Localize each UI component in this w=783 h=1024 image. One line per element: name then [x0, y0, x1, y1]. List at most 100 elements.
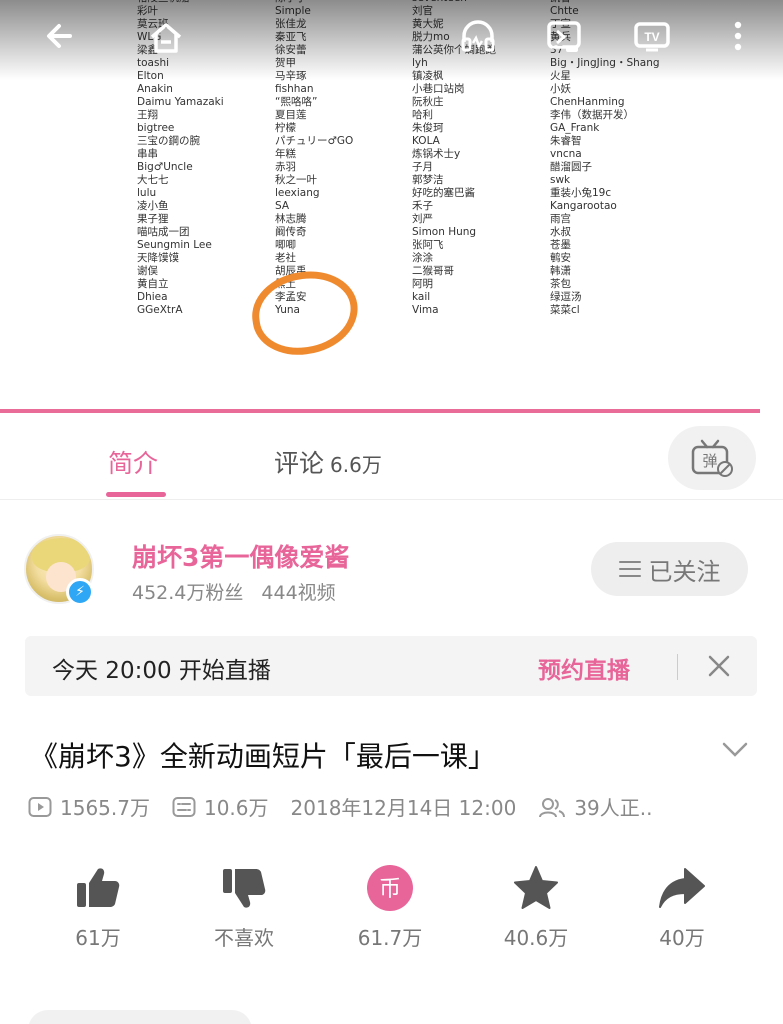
- credit-name: 重装小兔19c: [550, 187, 612, 199]
- bottom-pill: [28, 1010, 252, 1024]
- credit-name: “熙咯咯”: [275, 96, 318, 108]
- follower-count: 452.4万粉丝: [132, 582, 244, 604]
- comments-count: 6.6万: [330, 453, 382, 477]
- tab-intro[interactable]: 简介: [108, 444, 158, 480]
- more-icon[interactable]: [712, 10, 764, 62]
- thumbs-down-icon: [223, 869, 266, 908]
- credit-name: 刘严: [412, 213, 433, 225]
- reserve-live-button[interactable]: 预约直播: [538, 651, 630, 685]
- like-button[interactable]: 61万: [48, 860, 148, 951]
- credit-name: 年糕: [275, 148, 296, 160]
- picture-in-picture-icon[interactable]: [538, 10, 590, 62]
- tv-cast-icon[interactable]: TV: [626, 10, 678, 62]
- credit-name: 韩潇: [550, 265, 571, 277]
- chevron-down-icon[interactable]: [720, 738, 750, 762]
- publish-date: 2018年12月14日 12:00: [291, 792, 517, 821]
- credit-name: 茶包: [550, 278, 571, 290]
- credit-name: Elton: [137, 70, 164, 82]
- danmaku-tv-icon: 弹: [691, 439, 733, 477]
- credit-name: 夏目莲: [275, 109, 307, 121]
- credit-name: 秦亚飞: [275, 31, 307, 43]
- share-button[interactable]: 40万: [632, 860, 732, 951]
- coin-icon: 币: [367, 865, 413, 911]
- credit-name: 雨宫: [550, 213, 571, 225]
- credit-name: 果子狸: [137, 213, 169, 225]
- credit-name: GGeXtrA: [137, 304, 183, 316]
- credit-name: fishhan: [275, 83, 314, 95]
- headphones-icon[interactable]: [452, 10, 504, 62]
- credit-name: Simple: [275, 5, 311, 17]
- credit-name: Big♂Uncle: [137, 161, 193, 173]
- thumbs-up-icon: [77, 868, 120, 907]
- credit-name: 柠檬: [275, 122, 296, 134]
- view-count: 1565.7万: [28, 792, 150, 821]
- verified-badge-icon: ⚡: [66, 578, 94, 606]
- credit-name: 郭梦洁: [412, 174, 444, 186]
- view-count-value: 1565.7万: [60, 796, 150, 820]
- credit-name: 三宝の鋼の腕: [137, 135, 200, 147]
- credit-name: 李伟（数据开发）: [550, 109, 634, 121]
- credit-name: 醋溜圆子: [550, 161, 592, 173]
- live-schedule-text: 今天 20:00 开始直播: [52, 658, 271, 684]
- back-arrow-icon[interactable]: [34, 10, 86, 62]
- dislike-button[interactable]: 不喜欢: [194, 860, 294, 951]
- playback-progress-bar[interactable]: [0, 409, 760, 413]
- credit-name: 小妖: [550, 83, 571, 95]
- credit-name: 张佳龙: [275, 18, 307, 30]
- credit-name: 阮秋庄: [412, 96, 444, 108]
- danmaku-toggle-button[interactable]: 弹: [668, 426, 756, 490]
- danmaku-count-value: 10.6万: [203, 796, 269, 820]
- credit-name: 黄自立: [137, 278, 169, 290]
- credit-name: 禾子: [412, 200, 433, 212]
- credit-name: 火星: [550, 70, 571, 82]
- credit-name: Daimu Yamazaki: [137, 96, 224, 108]
- credit-name: 秋之一叶: [275, 174, 317, 186]
- credit-name: 喵咕成一团: [137, 226, 190, 238]
- divider: [677, 654, 678, 680]
- credit-name: 镇凌枫: [412, 70, 444, 82]
- credit-name: 好吃的塞巴酱: [412, 187, 475, 199]
- video-count: 444视频: [261, 582, 336, 604]
- credit-name: 凌小鱼: [137, 200, 169, 212]
- home-icon[interactable]: [140, 12, 192, 64]
- favorite-button[interactable]: 40.6万: [486, 860, 586, 951]
- people-icon: [539, 797, 566, 817]
- credit-name: Seungmin Lee: [137, 239, 212, 251]
- credit-name: Vima: [412, 304, 439, 316]
- play-count-icon: [28, 796, 52, 817]
- credit-name: 苍墨: [550, 239, 571, 251]
- credit-name: 绿逗汤: [550, 291, 582, 303]
- favorite-count: 40.6万: [503, 926, 569, 950]
- uploader-name[interactable]: 崩坏3第一偶像爱酱: [132, 538, 349, 574]
- svg-text:TV: TV: [644, 30, 659, 44]
- credit-name: 林志腾: [275, 213, 307, 225]
- credit-name: swk: [550, 174, 571, 186]
- credit-name: Kangarootao: [550, 200, 617, 212]
- credit-name: ChenHanming: [550, 96, 625, 108]
- danmaku-count-icon: [172, 796, 196, 817]
- credit-name: 唧唧: [275, 239, 296, 251]
- credit-name: 鹌安: [550, 252, 571, 264]
- credit-name: 赤羽: [275, 161, 296, 173]
- credit-name: 二猴哥哥: [412, 265, 454, 277]
- svg-text:币: 币: [379, 877, 401, 902]
- credit-name: 王翔: [137, 109, 158, 121]
- svg-text:弹: 弹: [702, 452, 717, 470]
- tab-comments[interactable]: 评论 6.6万: [274, 444, 382, 480]
- credit-name: 阚传奇: [275, 226, 307, 238]
- share-count: 40万: [659, 926, 705, 950]
- followed-button[interactable]: 已关注: [591, 542, 748, 596]
- credit-name: GA_Frank: [550, 122, 600, 134]
- credit-name: 谢俣: [137, 265, 158, 277]
- credit-name: 徐安蕾: [275, 44, 307, 56]
- credit-name: 老社: [275, 252, 296, 264]
- watching-count-value: 39人正..: [574, 796, 653, 820]
- coin-button[interactable]: 币 61.7万: [340, 860, 440, 951]
- publish-date-value: 2018年12月14日 12:00: [290, 796, 517, 820]
- dislike-label: 不喜欢: [214, 926, 274, 950]
- tab-bar: 简介 评论 6.6万 弹: [0, 418, 783, 500]
- menu-lines-icon: [618, 561, 641, 577]
- close-icon[interactable]: [703, 650, 735, 682]
- followed-button-label: 已关注: [648, 557, 721, 586]
- video-player[interactable]: 格陵兰帆船彩叶莫云班WLG梁鑫toashiEltonAnakinDaimu Ya…: [0, 0, 783, 418]
